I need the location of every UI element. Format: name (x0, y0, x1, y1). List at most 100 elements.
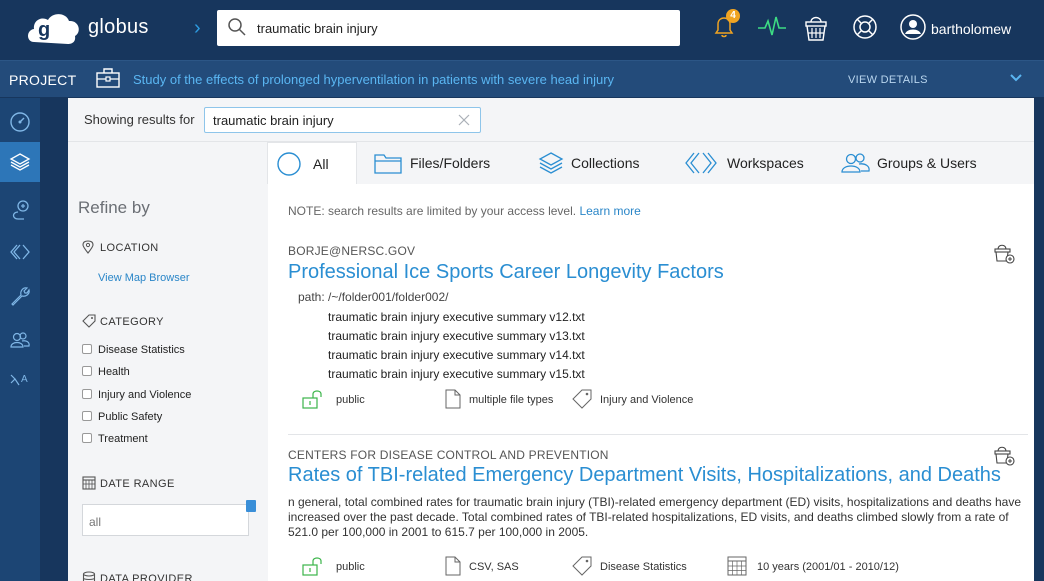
sidebar-item-dashboard[interactable] (0, 102, 40, 142)
chevron-right-icon: › (194, 17, 201, 39)
close-icon[interactable] (456, 112, 472, 128)
unlock-icon (302, 390, 322, 409)
category-checkbox[interactable]: Health (82, 366, 130, 378)
result-source[interactable]: BORJE@NERSC.GOV (288, 244, 415, 258)
file-icon (445, 389, 461, 409)
date-range-label: 10 years (2001/01 - 2010/12) (757, 561, 899, 573)
location-facet-label: LOCATION (100, 242, 159, 254)
sidebar-item-groups[interactable] (0, 320, 40, 360)
activity-button[interactable] (757, 13, 787, 46)
category-facet-label: CATEGORY (100, 316, 164, 328)
category-checkbox[interactable]: Disease Statistics (82, 344, 185, 356)
unlock-icon (302, 557, 322, 576)
result-source[interactable]: CENTERS FOR DISEASE CONTROL AND PREVENTI… (288, 448, 609, 462)
user-icon (900, 14, 926, 40)
category-label: Disease Statistics (98, 344, 185, 356)
notifications-button[interactable]: 4 (712, 9, 740, 46)
result-file[interactable]: traumatic brain injury executive summary… (328, 310, 585, 324)
file-type-label: CSV, SAS (469, 561, 519, 573)
category-checkbox[interactable]: Injury and Violence (82, 389, 191, 401)
sidebar-item-tools[interactable] (0, 276, 40, 316)
access-note: NOTE: search results are limited by your… (288, 204, 641, 218)
database-icon (82, 571, 96, 581)
chevron-down-icon[interactable] (1008, 70, 1024, 86)
tag-icon (82, 314, 96, 328)
cloud-logo-icon: g (28, 14, 79, 44)
refine-title: Refine by (78, 198, 150, 217)
tab-workspaces[interactable]: Workspaces (684, 142, 809, 184)
checkbox[interactable] (82, 366, 92, 376)
tab-all-label: All (313, 156, 329, 172)
access-note-text: NOTE: search results are limited by your… (288, 204, 577, 218)
category-checkbox[interactable]: Public Safety (82, 411, 162, 423)
briefcase-icon (96, 68, 120, 88)
tab-collections[interactable]: Collections (538, 142, 653, 184)
result-file[interactable]: traumatic brain injury executive summary… (328, 329, 585, 343)
lifebuoy-icon (853, 15, 877, 39)
result-file[interactable]: traumatic brain injury executive summary… (328, 367, 585, 381)
access-label: public (336, 394, 365, 406)
sidebar-item-workspaces[interactable] (0, 232, 40, 272)
data-provider-facet-label: DATA PROVIDER (100, 573, 193, 581)
search-input[interactable]: traumatic brain injury (217, 10, 680, 46)
basket-icon (805, 16, 827, 41)
checkbox[interactable] (82, 411, 92, 421)
category-checkbox[interactable]: Treatment (82, 433, 148, 445)
groups-icon (10, 332, 30, 348)
category-label: Injury and Violence (600, 394, 694, 406)
sidebar-item-translate[interactable]: A (0, 360, 40, 400)
tag-icon (572, 556, 592, 576)
svg-text:g: g (38, 19, 50, 41)
calendar-icon (727, 556, 747, 576)
globus-logo[interactable]: g globus (24, 8, 154, 50)
result-title[interactable]: Rates of TBI-related Emergency Departmen… (288, 464, 1001, 487)
groups-icon (841, 153, 870, 173)
learn-more-link[interactable]: Learn more (579, 204, 640, 218)
checkbox[interactable] (82, 389, 92, 399)
checkbox[interactable] (82, 433, 92, 443)
date-range-input[interactable]: all (82, 504, 249, 536)
tab-groups-users[interactable]: Groups & Users (840, 142, 1000, 184)
showing-results-bar: Showing results for traumatic brain inju… (68, 98, 1034, 142)
calendar-icon (82, 476, 96, 490)
list-icon[interactable] (246, 500, 256, 512)
refine-panel: Refine by LOCATION View Map Browser CATE… (68, 184, 268, 581)
help-button[interactable] (851, 13, 879, 46)
circle-icon (277, 152, 301, 176)
result-divider (288, 434, 1028, 435)
user-avatar[interactable] (899, 13, 927, 46)
tab-files-label: Files/Folders (410, 155, 491, 171)
date-range-value: all (89, 515, 102, 529)
add-to-basket-icon[interactable] (993, 242, 1015, 264)
result-file[interactable]: traumatic brain injury executive summary… (328, 348, 585, 362)
user-name[interactable]: bartholomew (931, 21, 1011, 37)
workspaces-icon (685, 152, 717, 174)
view-details-link[interactable]: VIEW DETAILS (848, 74, 928, 86)
category-label: Health (98, 366, 130, 378)
main-panel: Showing results for traumatic brain inju… (68, 98, 1034, 581)
sidebar-item-transfer[interactable] (0, 190, 40, 230)
sidebar-item-search[interactable] (0, 142, 40, 182)
workspaces-icon (10, 244, 30, 260)
category-label: Public Safety (98, 411, 163, 423)
add-to-basket-icon[interactable] (993, 444, 1015, 466)
result-title[interactable]: Professional Ice Sports Career Longevity… (288, 261, 724, 284)
project-title[interactable]: Study of the effects of prolonged hyperv… (133, 72, 614, 87)
tab-groups-label: Groups & Users (877, 155, 977, 171)
result-tabs: All Files/Folders Collections Workspaces… (68, 142, 1034, 184)
layers-icon (538, 152, 564, 174)
tab-workspaces-label: Workspaces (727, 155, 804, 171)
wrench-icon (11, 287, 30, 306)
tab-all[interactable]: All (267, 142, 357, 184)
query-filter-chip[interactable]: traumatic brain injury (204, 107, 481, 133)
view-map-browser-link[interactable]: View Map Browser (98, 272, 190, 284)
layers-icon (9, 153, 31, 171)
file-icon (445, 556, 461, 576)
tab-files-folders[interactable]: Files/Folders (373, 142, 503, 184)
location-pin-icon (82, 240, 94, 254)
basket-button[interactable] (803, 13, 829, 48)
folder-icon (374, 154, 402, 174)
checkbox[interactable] (82, 344, 92, 354)
category-label: Treatment (98, 433, 148, 445)
transfer-icon (12, 200, 29, 220)
